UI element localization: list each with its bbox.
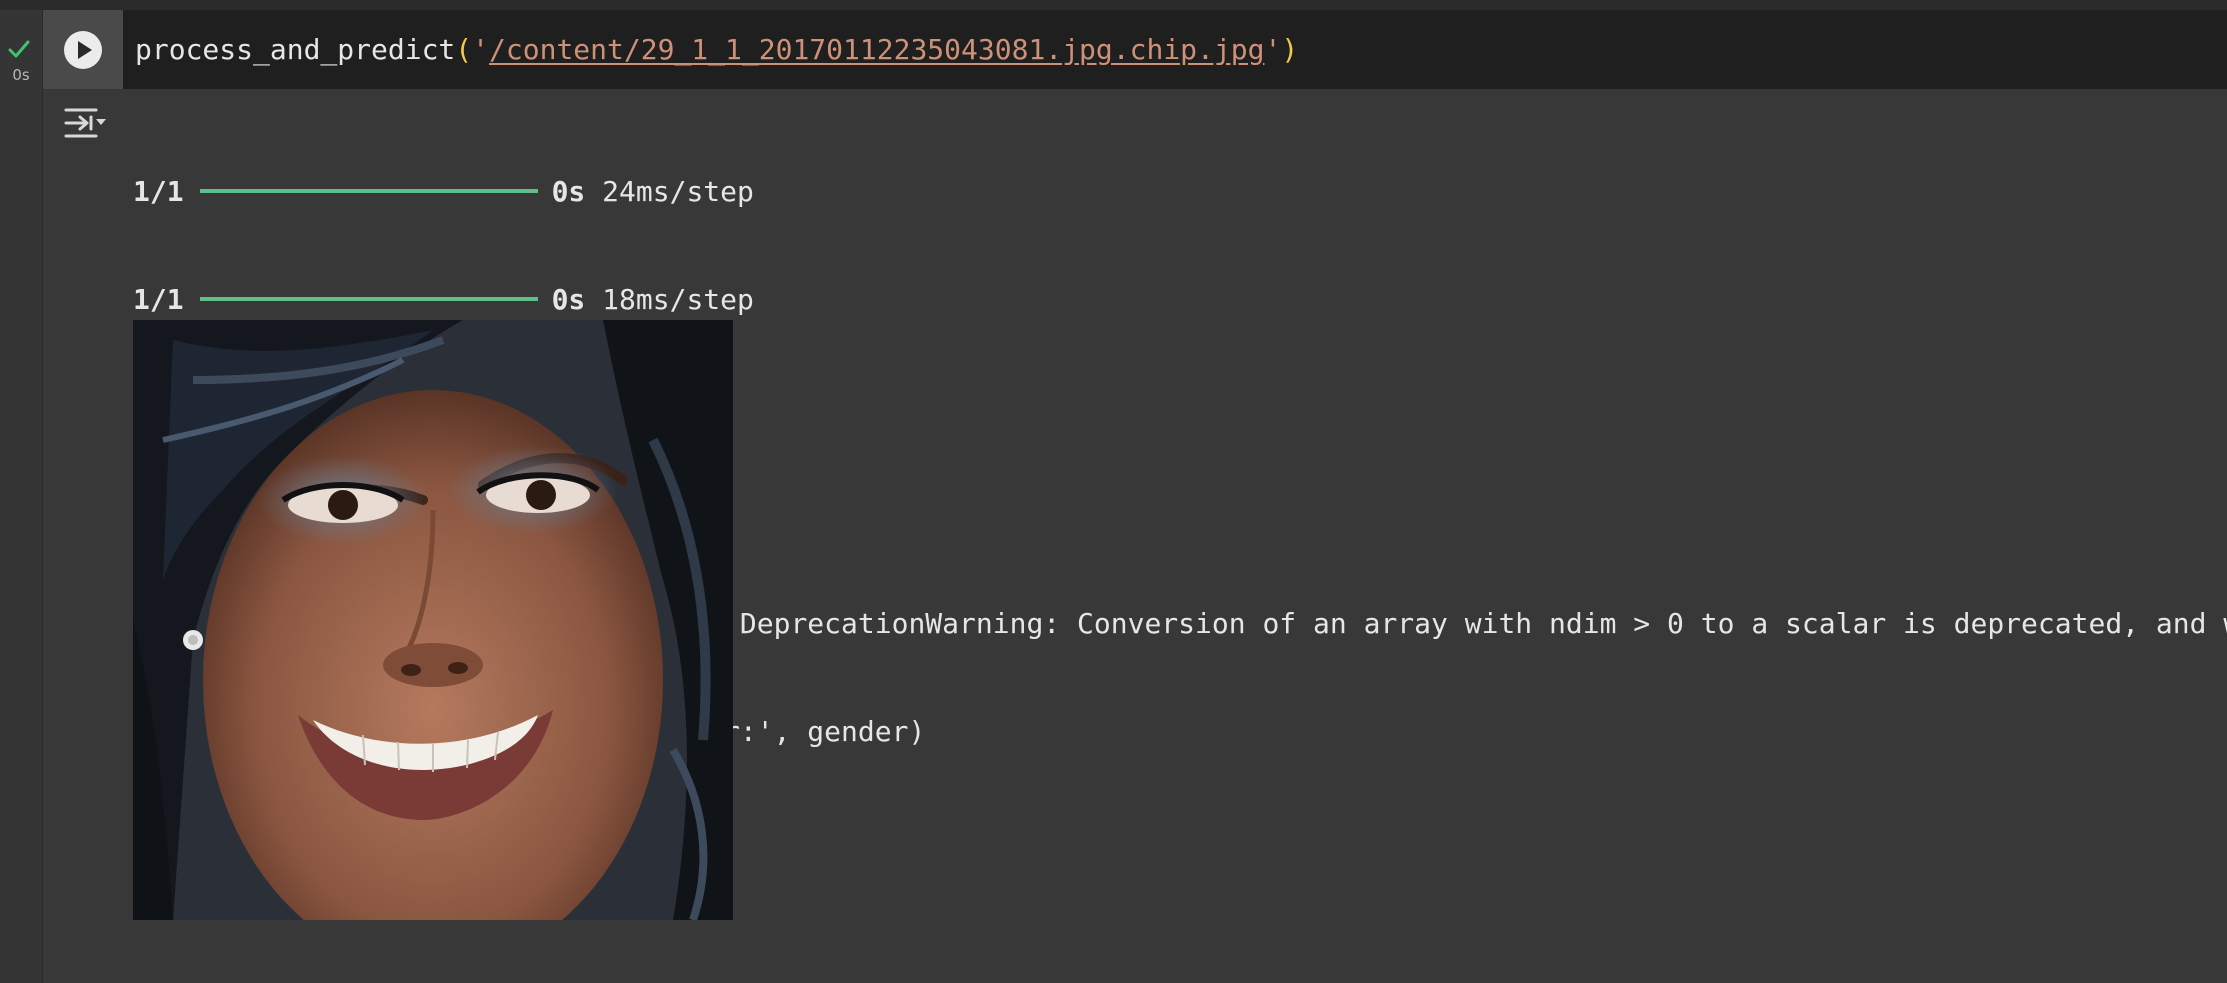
code-open-quote: ' [472,33,490,66]
progress-bar [199,297,538,301]
progress-rate: 24ms/step [602,175,754,208]
output-options-icon[interactable] [62,105,106,141]
code-path-link[interactable]: /content/29_1_1_20170112235043081.jpg.ch… [489,33,1264,66]
code-function-name: process_and_predict [135,33,456,66]
notebook-view: 0s process_and_predict('/content/29_1_1_… [0,0,2227,983]
progress-time: 0s [551,175,586,208]
progress-count: 1/1 [133,175,184,208]
run-area [43,10,123,89]
code-close-quote: ' [1264,33,1282,66]
code-cell[interactable]: process_and_predict('/content/29_1_1_201… [43,10,2227,89]
top-border [0,0,2227,10]
run-button[interactable] [64,31,102,69]
play-icon [78,41,92,59]
progress-count: 1/1 [133,283,184,316]
code-editor[interactable]: process_and_predict('/content/29_1_1_201… [135,30,1298,70]
face-photo [133,320,733,920]
execution-time: 0s [12,66,30,84]
cell-gutter: 0s [0,10,43,983]
progress-line: 1/1 0s 18ms/step [133,282,2227,318]
code-open-paren: ( [455,33,473,66]
check-icon [8,40,30,58]
progress-rate: 18ms/step [602,283,754,316]
progress-time: 0s [551,283,586,316]
progress-bar [199,189,538,193]
progress-line: 1/1 0s 24ms/step [133,174,2227,210]
code-close-paren: ) [1281,33,1299,66]
